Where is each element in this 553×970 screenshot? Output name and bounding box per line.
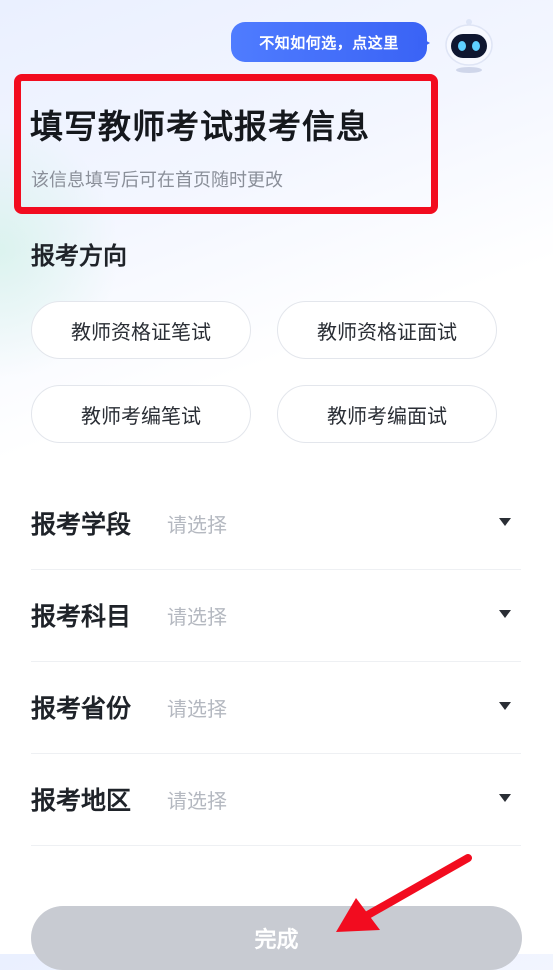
option-chip-label: 教师资格证笔试 [71, 319, 211, 344]
caret-down-icon [499, 702, 511, 710]
select-row-province[interactable]: 报考省份 请选择 [31, 661, 521, 754]
done-button-label: 完成 [254, 928, 299, 953]
help-bubble[interactable]: 不知如何选，点这里 [231, 22, 427, 62]
caret-down-icon [499, 518, 511, 526]
select-row-region[interactable]: 报考地区 请选择 [31, 753, 521, 846]
select-row-placeholder: 请选择 [167, 789, 227, 813]
page-title: 填写教师考试报考信息 [30, 107, 370, 146]
select-row-label: 报考地区 [31, 786, 132, 815]
option-chip-label: 教师考编面试 [327, 403, 447, 428]
option-chip-recruit-interview[interactable]: 教师考编面试 [277, 385, 497, 443]
caret-down-icon [499, 794, 511, 802]
robot-icon[interactable] [443, 18, 495, 74]
select-row-label: 报考科目 [31, 602, 132, 631]
select-row-label: 报考省份 [31, 694, 132, 723]
option-chip-teacher-cert-interview[interactable]: 教师资格证面试 [277, 301, 497, 359]
select-row-subject[interactable]: 报考科目 请选择 [31, 569, 521, 662]
direction-section-label: 报考方向 [31, 242, 127, 270]
annotation-arrow-icon [336, 854, 472, 932]
select-row-stage[interactable]: 报考学段 请选择 [31, 477, 521, 570]
select-row-label: 报考学段 [31, 510, 132, 539]
select-row-placeholder: 请选择 [167, 513, 227, 537]
option-chip-label: 教师资格证面试 [317, 319, 457, 344]
help-bubble-tail [418, 36, 430, 50]
option-chip-label: 教师考编笔试 [81, 403, 201, 428]
select-row-placeholder: 请选择 [167, 697, 227, 721]
option-chip-recruit-written[interactable]: 教师考编笔试 [31, 385, 251, 443]
select-row-placeholder: 请选择 [167, 605, 227, 629]
caret-down-icon [499, 610, 511, 618]
page-subtitle: 该信息填写后可在首页随时更改 [31, 170, 283, 191]
option-chip-teacher-cert-written[interactable]: 教师资格证笔试 [31, 301, 251, 359]
help-bubble-text: 不知如何选，点这里 [259, 33, 399, 52]
